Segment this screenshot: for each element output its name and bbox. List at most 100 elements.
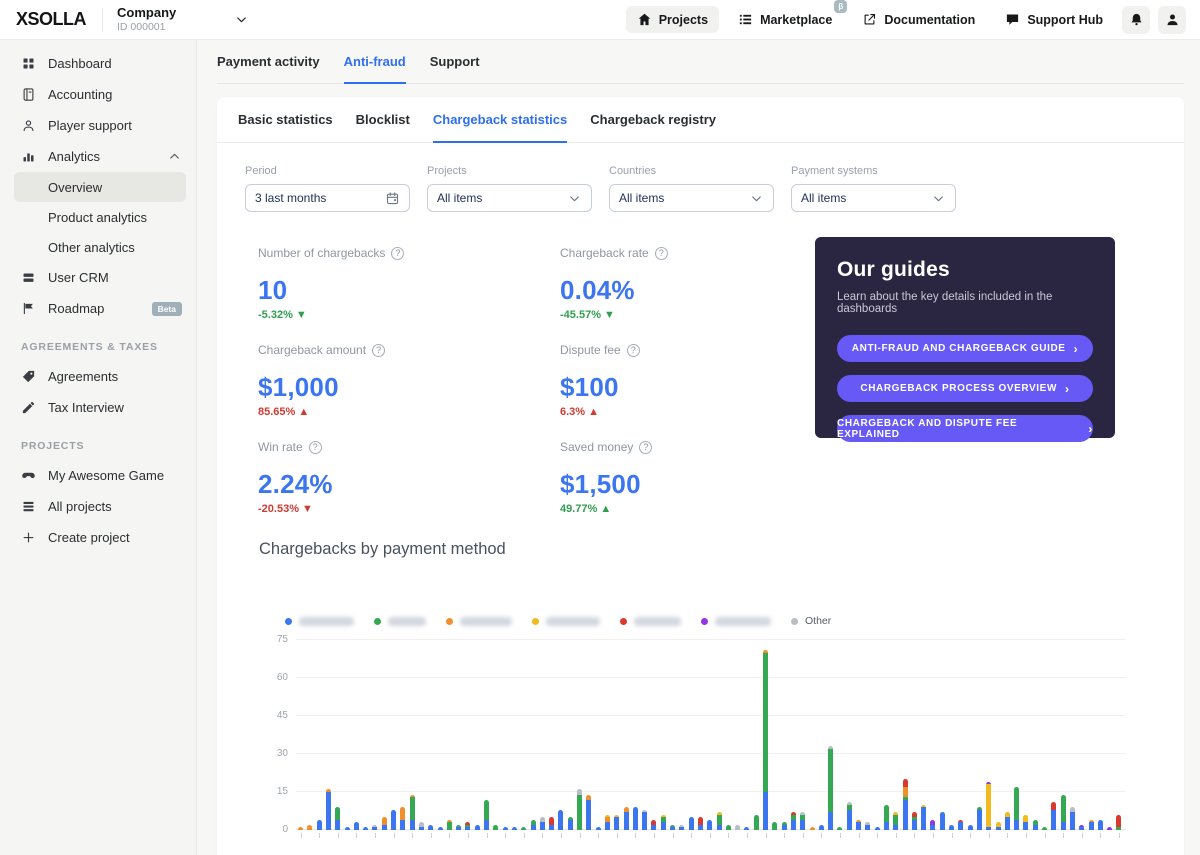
nav-projects[interactable]: Projects	[625, 6, 720, 33]
x-tick	[728, 833, 730, 838]
tab-basic-statistics[interactable]: Basic statistics	[238, 97, 333, 142]
info-icon[interactable]: ?	[308, 440, 322, 454]
info-icon[interactable]: ?	[626, 343, 640, 357]
info-icon[interactable]: ?	[391, 246, 405, 260]
info-icon[interactable]: ?	[372, 343, 386, 357]
countries-input[interactable]: All items	[609, 184, 774, 212]
x-tick	[970, 833, 972, 838]
nav-documentation[interactable]: Documentation	[851, 6, 986, 33]
legend-item-redacted-2[interactable]	[374, 616, 426, 626]
sidebar-item-accounting[interactable]: Accounting	[0, 79, 196, 110]
company-switcher[interactable]: Company ID 000001	[117, 5, 249, 33]
chart-plot: 0 15 30 45 60 75	[277, 634, 1126, 835]
legend-item-redacted-5[interactable]	[620, 616, 681, 626]
sidebar-item-agreements[interactable]: Agreements	[0, 361, 196, 392]
sidebar-section-projects: PROJECTS	[21, 440, 85, 452]
legend-item-redacted-6[interactable]	[701, 616, 771, 626]
bar	[995, 822, 1001, 830]
tab-support[interactable]: Support	[430, 40, 480, 83]
bar	[790, 812, 796, 830]
bar-segment	[911, 819, 917, 830]
x-tick	[598, 833, 600, 838]
bar-segment	[484, 819, 489, 830]
gridline	[296, 791, 1126, 792]
metric-delta: -5.32% ▼	[258, 309, 307, 321]
legend-item-redacted-4[interactable]	[532, 616, 600, 626]
projects-input[interactable]: All items	[427, 184, 592, 212]
sidebar-item-tax-interview[interactable]: Tax Interview	[0, 392, 196, 423]
sidebar-item-dashboard[interactable]: Dashboard	[0, 48, 196, 79]
x-tick	[449, 833, 451, 838]
flag-icon	[21, 301, 36, 316]
x-tick	[895, 833, 897, 838]
bar	[335, 807, 341, 830]
tab-chargeback-statistics[interactable]: Chargeback statistics	[432, 97, 568, 143]
nav-marketplace[interactable]: Marketplace β	[727, 0, 848, 33]
guide-button-chargeback-and-dispute-fee-explained[interactable]: CHARGEBACK AND DISPUTE FEE EXPLAINED ›	[837, 415, 1093, 442]
info-icon[interactable]: ?	[654, 246, 668, 260]
bar	[484, 799, 489, 830]
metric-win-rate: Win rate? 2.24% -20.53% ▼	[258, 440, 560, 537]
sidebar-item-overview[interactable]: Overview	[14, 172, 186, 202]
bar-segment	[335, 819, 341, 830]
bell-icon	[1129, 12, 1144, 27]
guide-button-label: CHARGEBACK AND DISPUTE FEE EXPLAINED	[837, 417, 1018, 440]
dashboard-section: Number of chargebacks? 10 -5.32% ▼ Chargeba…	[217, 237, 1184, 538]
x-tick	[1044, 833, 1046, 838]
sidebar-item-label: Create project	[48, 530, 130, 545]
guide-button-anti-fraud-and-chargeback-guide[interactable]: ANTI-FRAUD AND CHARGEBACK GUIDE ›	[837, 335, 1093, 362]
bar-segment	[353, 822, 359, 830]
bar	[446, 819, 452, 830]
bar-segment	[939, 812, 945, 830]
sidebar-item-other-analytics[interactable]: Other analytics	[0, 232, 196, 262]
sidebar-item-all-projects[interactable]: All projects	[0, 491, 196, 522]
sidebar-item-my-awesome-game[interactable]: My Awesome Game	[0, 460, 196, 491]
bar-segment	[391, 809, 396, 830]
bar	[865, 822, 871, 830]
guide-button-chargeback-process-overview[interactable]: CHARGEBACK PROCESS OVERVIEW ›	[837, 375, 1093, 402]
payment-systems-input[interactable]: All items	[791, 184, 956, 212]
sidebar-item-create-project[interactable]: Create project	[0, 522, 196, 553]
tab-anti-fraud[interactable]: Anti-fraud	[343, 40, 406, 84]
sidebar-item-product-analytics[interactable]: Product analytics	[0, 202, 196, 232]
bar	[716, 812, 722, 830]
period-input[interactable]: 3 last months	[245, 184, 410, 212]
bar-segment	[484, 799, 489, 820]
nav-label: Projects	[658, 12, 709, 27]
bar	[391, 809, 396, 830]
x-tick	[374, 833, 376, 838]
tab-payment-activity[interactable]: Payment activity	[217, 40, 320, 83]
bar	[1060, 794, 1066, 830]
xsolla-logo[interactable]: XSOLLA	[16, 9, 87, 30]
guide-button-label: CHARGEBACK PROCESS OVERVIEW	[860, 383, 1057, 394]
nav-support-hub[interactable]: Support Hub	[994, 6, 1114, 33]
sidebar-item-user-crm[interactable]: User CRM	[0, 262, 196, 293]
legend-item-other[interactable]: Other	[791, 615, 831, 627]
legend-dot-icon	[791, 617, 798, 625]
sidebar-item-player-support[interactable]: Player support	[0, 110, 196, 141]
x-tick	[951, 833, 953, 838]
bar	[530, 819, 536, 830]
tab-blocklist[interactable]: Blocklist	[356, 97, 410, 142]
sidebar: Dashboard Accounting Player support Analyti…	[0, 40, 197, 855]
tab-chargeback-registry[interactable]: Chargeback registry	[590, 97, 716, 142]
bar-segment	[1069, 812, 1075, 830]
legend-item-redacted-3[interactable]	[446, 616, 512, 626]
info-icon[interactable]: ?	[639, 440, 653, 454]
filter-label: Projects	[427, 165, 467, 177]
x-tick	[1081, 833, 1083, 838]
bar-segment	[976, 809, 982, 830]
legend-dot-icon	[285, 617, 292, 625]
company-info: Company ID 000001	[117, 5, 176, 33]
legend-item-redacted-1[interactable]	[285, 616, 354, 626]
sidebar-item-roadmap[interactable]: Roadmap Beta	[0, 293, 196, 324]
bell-button[interactable]	[1122, 5, 1150, 34]
user-button[interactable]	[1158, 5, 1186, 34]
legend-label-redacted	[388, 616, 426, 626]
bar	[1023, 814, 1029, 830]
sidebar-item-analytics[interactable]: Analytics	[0, 141, 196, 172]
calendar-icon	[385, 191, 400, 206]
chart-section: Chargebacks by payment method Other 0 15 3…	[217, 540, 1184, 842]
filter-projects: Projects All items	[427, 165, 592, 212]
chart-x-ticks	[296, 830, 1126, 842]
